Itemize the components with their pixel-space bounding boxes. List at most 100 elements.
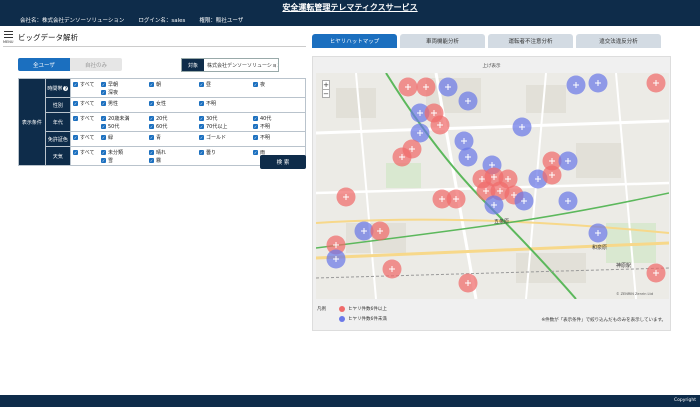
checkmark-icon: ✓ [101,82,106,87]
checkmark-icon: ✓ [101,90,106,95]
near-miss-marker-high[interactable] [446,189,466,209]
near-miss-marker-low[interactable] [326,249,346,269]
tab-traffic-violation[interactable]: 違交法違反分析 [576,34,661,48]
tab-near-miss-map[interactable]: ヒヤリハットマップ [312,34,397,48]
legend-title: 凡例 [317,307,326,312]
near-miss-marker-low[interactable] [588,223,608,243]
checkmark-icon: ✓ [101,124,106,129]
app-title[interactable]: 安全運転管理テレマティクスサービス [0,2,700,13]
page-title: ビッグデータ解析 [18,33,78,42]
menu-button[interactable]: MENU [3,29,15,45]
checkmark-icon: ✓ [199,101,204,106]
condition-checkbox[interactable]: ✓ 雪 [101,157,149,164]
checkmark-icon: ✓ [253,150,258,155]
condition-checkbox[interactable]: ✓ 50代 [101,123,149,130]
near-miss-marker-high[interactable] [370,221,390,241]
near-miss-marker-high[interactable] [646,263,666,283]
near-miss-marker-high[interactable] [542,165,562,185]
company-filter-label: 対象 [182,59,204,71]
condition-checkbox[interactable]: ✓ 晴れ [149,149,199,156]
tab-driver-inattention[interactable]: 運転者不注意分析 [488,34,573,48]
checkmark-icon: ✓ [149,150,154,155]
checkmark-icon: ✓ [101,150,106,155]
condition-label: 天気 [44,146,72,166]
condition-checkbox[interactable]: ✓ 霧 [149,157,199,164]
condition-checkbox[interactable]: ✓ 40代 [253,115,303,122]
condition-checkbox[interactable]: ✓ 曇り [199,149,253,156]
near-miss-marker-low[interactable] [438,77,458,97]
checkmark-icon: ✓ [253,124,258,129]
near-miss-marker-high[interactable] [430,115,450,135]
company-filter-input[interactable] [204,59,278,71]
near-miss-marker-high[interactable] [458,273,478,293]
condition-checkbox[interactable]: ✓ 深夜 [101,89,149,96]
condition-label: 時間帯? [44,78,72,98]
condition-checkbox[interactable]: ✓ 70代以上 [199,123,253,130]
condition-checkbox[interactable]: ✓ 昼 [199,81,253,88]
map-place-label: 和泉原 [592,244,607,251]
condition-checkbox[interactable]: ✓ 未分類 [101,149,149,156]
condition-checkbox[interactable]: ✓ 不明 [253,134,303,141]
condition-checkbox[interactable]: ✓ 青 [149,134,199,141]
near-miss-marker-high[interactable] [402,139,422,159]
zoom-out-button[interactable]: − [323,89,329,98]
near-miss-marker-low[interactable] [566,75,586,95]
zoom-in-button[interactable]: + [323,81,329,89]
condition-checkbox[interactable]: ✓ 不明 [253,123,303,130]
checkmark-icon: ✓ [199,82,204,87]
near-miss-marker-high[interactable] [382,259,402,279]
near-miss-marker-high[interactable] [398,77,418,97]
near-miss-marker-low[interactable] [512,117,532,137]
condition-checkbox[interactable]: ✓ すべて [73,149,101,156]
zoom-control: + − [322,80,330,98]
condition-checkbox[interactable]: ✓ すべて [73,81,101,88]
all-users-button[interactable]: 全ユーザ [18,58,70,71]
red-dot-icon [339,306,345,312]
filter-note: ※件数が「表示条件」で絞り込んだものみを表示しています。 [541,318,666,323]
copyright: Copyright [674,398,696,403]
checkmark-icon: ✓ [149,135,154,140]
near-miss-marker-low[interactable] [514,191,534,211]
condition-checkbox[interactable]: ✓ 早朝 [101,81,149,88]
near-miss-marker-low[interactable] [558,191,578,211]
map-attribution: © ZENRIN Zenrin Ltd [616,292,653,296]
condition-checkbox[interactable]: ✓ すべて [73,100,101,107]
condition-checkbox[interactable]: ✓ すべて [73,115,101,122]
own-company-button[interactable]: 自社のみ [70,58,122,71]
analysis-tabs: ヒヤリハットマップ 車両機能分析 運転者不注意分析 違交法違反分析 [312,34,661,48]
checkmark-icon: ✓ [149,158,154,163]
near-miss-marker-high[interactable] [336,187,356,207]
near-miss-map[interactable]: 五条原 和泉原 神原駅 © ZENRIN Zenrin Ltd + − [316,73,669,299]
condition-checkbox[interactable]: ✓ 男性 [101,100,149,107]
search-button[interactable]: 検 索 [260,155,306,169]
checkmark-icon: ✓ [101,158,106,163]
condition-row: 性別 ✓ すべて ✓ 男性 ✓ 女性 ✓ 不明 [19,97,306,113]
near-miss-marker-low[interactable] [484,195,504,215]
condition-checkbox[interactable]: ✓ ゴールド [199,134,253,141]
near-miss-marker-low[interactable] [454,131,474,151]
condition-checkbox[interactable]: ✓ 60代 [149,123,199,130]
condition-label: 免許証色 [44,131,72,147]
near-miss-marker-high[interactable] [646,73,666,93]
condition-checkbox[interactable]: ✓ 30代 [199,115,253,122]
near-miss-markers[interactable]: 五条原和泉原神原駅 © ZENRIN Zenrin Ltd [316,73,669,299]
condition-checkbox[interactable]: ✓ 朝 [149,81,199,88]
near-miss-marker-low[interactable] [458,91,478,111]
near-miss-marker-low[interactable] [558,151,578,171]
legend-item-low: ヒヤリ件数6件未満 [339,316,387,322]
condition-checkbox[interactable]: ✓ 女性 [149,100,199,107]
near-miss-marker-high[interactable] [416,77,436,97]
condition-checkbox[interactable]: ✓ 20代 [149,115,199,122]
checkmark-icon: ✓ [149,101,154,106]
condition-checkbox[interactable]: ✓ すべて [73,134,101,141]
condition-checkbox[interactable]: ✓ 緑 [101,134,149,141]
condition-checkbox[interactable]: ✓ 20歳未満 [101,115,149,122]
near-miss-marker-low[interactable] [458,147,478,167]
near-miss-marker-low[interactable] [588,73,608,93]
tab-vehicle-function[interactable]: 車両機能分析 [400,34,485,48]
checkmark-icon: ✓ [101,135,106,140]
help-icon[interactable]: ? [63,85,69,91]
condition-checkbox[interactable]: ✓ 夜 [253,81,303,88]
condition-checkbox[interactable]: ✓ 不明 [199,100,253,107]
user-role: 権限：販社ユーザ [199,18,244,24]
